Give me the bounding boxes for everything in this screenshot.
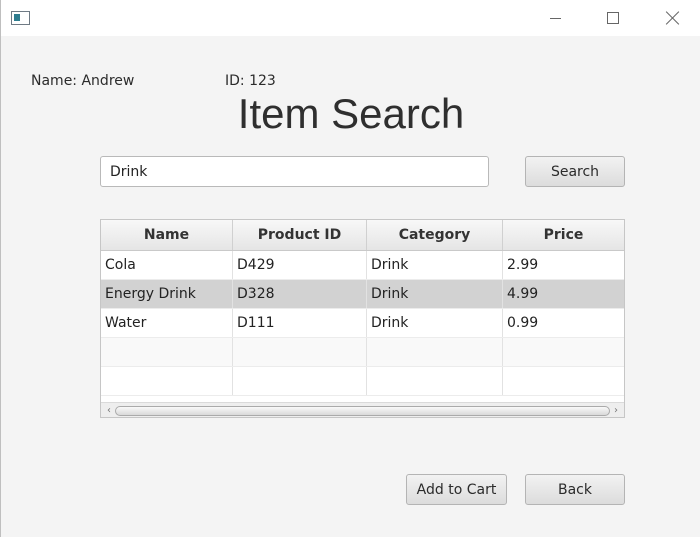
maximize-button[interactable] xyxy=(583,0,643,36)
minimize-button[interactable] xyxy=(525,0,585,36)
empty-cell xyxy=(367,367,503,395)
user-name-value: Andrew xyxy=(81,73,135,89)
user-name: Name: Andrew xyxy=(31,73,134,89)
id-label: ID: xyxy=(225,73,245,89)
minimize-icon xyxy=(549,17,561,19)
row-product-id-cell: D429 xyxy=(233,251,367,279)
row-price-cell: 4.99 xyxy=(507,286,539,302)
empty-cell xyxy=(367,338,503,366)
empty-cell xyxy=(503,367,624,395)
row-name-cell: Cola xyxy=(101,251,233,279)
maximize-icon xyxy=(607,12,619,24)
column-header-product-id[interactable]: Product ID xyxy=(233,220,367,250)
row-price-cell: 2.99 xyxy=(507,257,539,273)
scroll-left-arrow-icon[interactable]: ‹ xyxy=(103,405,115,417)
row-product-id-cell: D111 xyxy=(233,309,367,337)
table-row-empty[interactable] xyxy=(101,367,624,396)
scroll-right-arrow-icon[interactable]: › xyxy=(610,405,622,417)
table-row-selected[interactable]: Energy Drink D328 Drink 4.99 xyxy=(101,280,624,309)
column-header-category[interactable]: Category xyxy=(367,220,503,250)
back-button[interactable]: Back xyxy=(525,474,625,505)
results-table[interactable]: Name Product ID Category Price Cola D429… xyxy=(100,219,625,418)
add-to-cart-button[interactable]: Add to Cart xyxy=(406,474,507,505)
empty-cell xyxy=(101,367,233,395)
close-icon xyxy=(665,11,679,25)
row-product-id-cell: D328 xyxy=(233,280,367,308)
application-window: Name: Andrew ID: 123 Item Search Search … xyxy=(0,0,700,537)
user-id: ID: 123 xyxy=(225,73,276,89)
row-category-cell: Drink xyxy=(367,280,503,308)
row-price-cell: 0.99 xyxy=(507,315,539,331)
scrollbar-thumb[interactable] xyxy=(115,406,610,416)
table-body: Cola D429 Drink 2.99 Energy Drink D328 D… xyxy=(101,251,624,396)
page-title: Item Search xyxy=(237,90,465,137)
title-bar[interactable] xyxy=(1,0,700,36)
empty-cell xyxy=(503,338,624,366)
empty-cell xyxy=(233,367,367,395)
name-label: Name: xyxy=(31,73,78,89)
empty-cell xyxy=(233,338,367,366)
search-input[interactable] xyxy=(100,156,489,187)
table-row-empty[interactable] xyxy=(101,338,624,367)
search-button[interactable]: Search xyxy=(525,156,625,187)
empty-cell xyxy=(101,338,233,366)
column-header-price[interactable]: Price xyxy=(503,220,624,250)
app-window-icon xyxy=(11,11,30,25)
table-row[interactable]: Water D111 Drink 0.99 xyxy=(101,309,624,338)
horizontal-scrollbar[interactable]: ‹ › xyxy=(101,402,624,417)
row-name-cell: Energy Drink xyxy=(101,280,233,308)
column-header-name[interactable]: Name xyxy=(101,220,233,250)
row-category-cell: Drink xyxy=(367,251,503,279)
row-name-cell: Water xyxy=(101,309,233,337)
close-button[interactable] xyxy=(642,0,700,36)
table-header: Name Product ID Category Price xyxy=(101,220,624,251)
user-id-value: 123 xyxy=(249,73,276,89)
row-category-cell: Drink xyxy=(367,309,503,337)
table-row[interactable]: Cola D429 Drink 2.99 xyxy=(101,251,624,280)
